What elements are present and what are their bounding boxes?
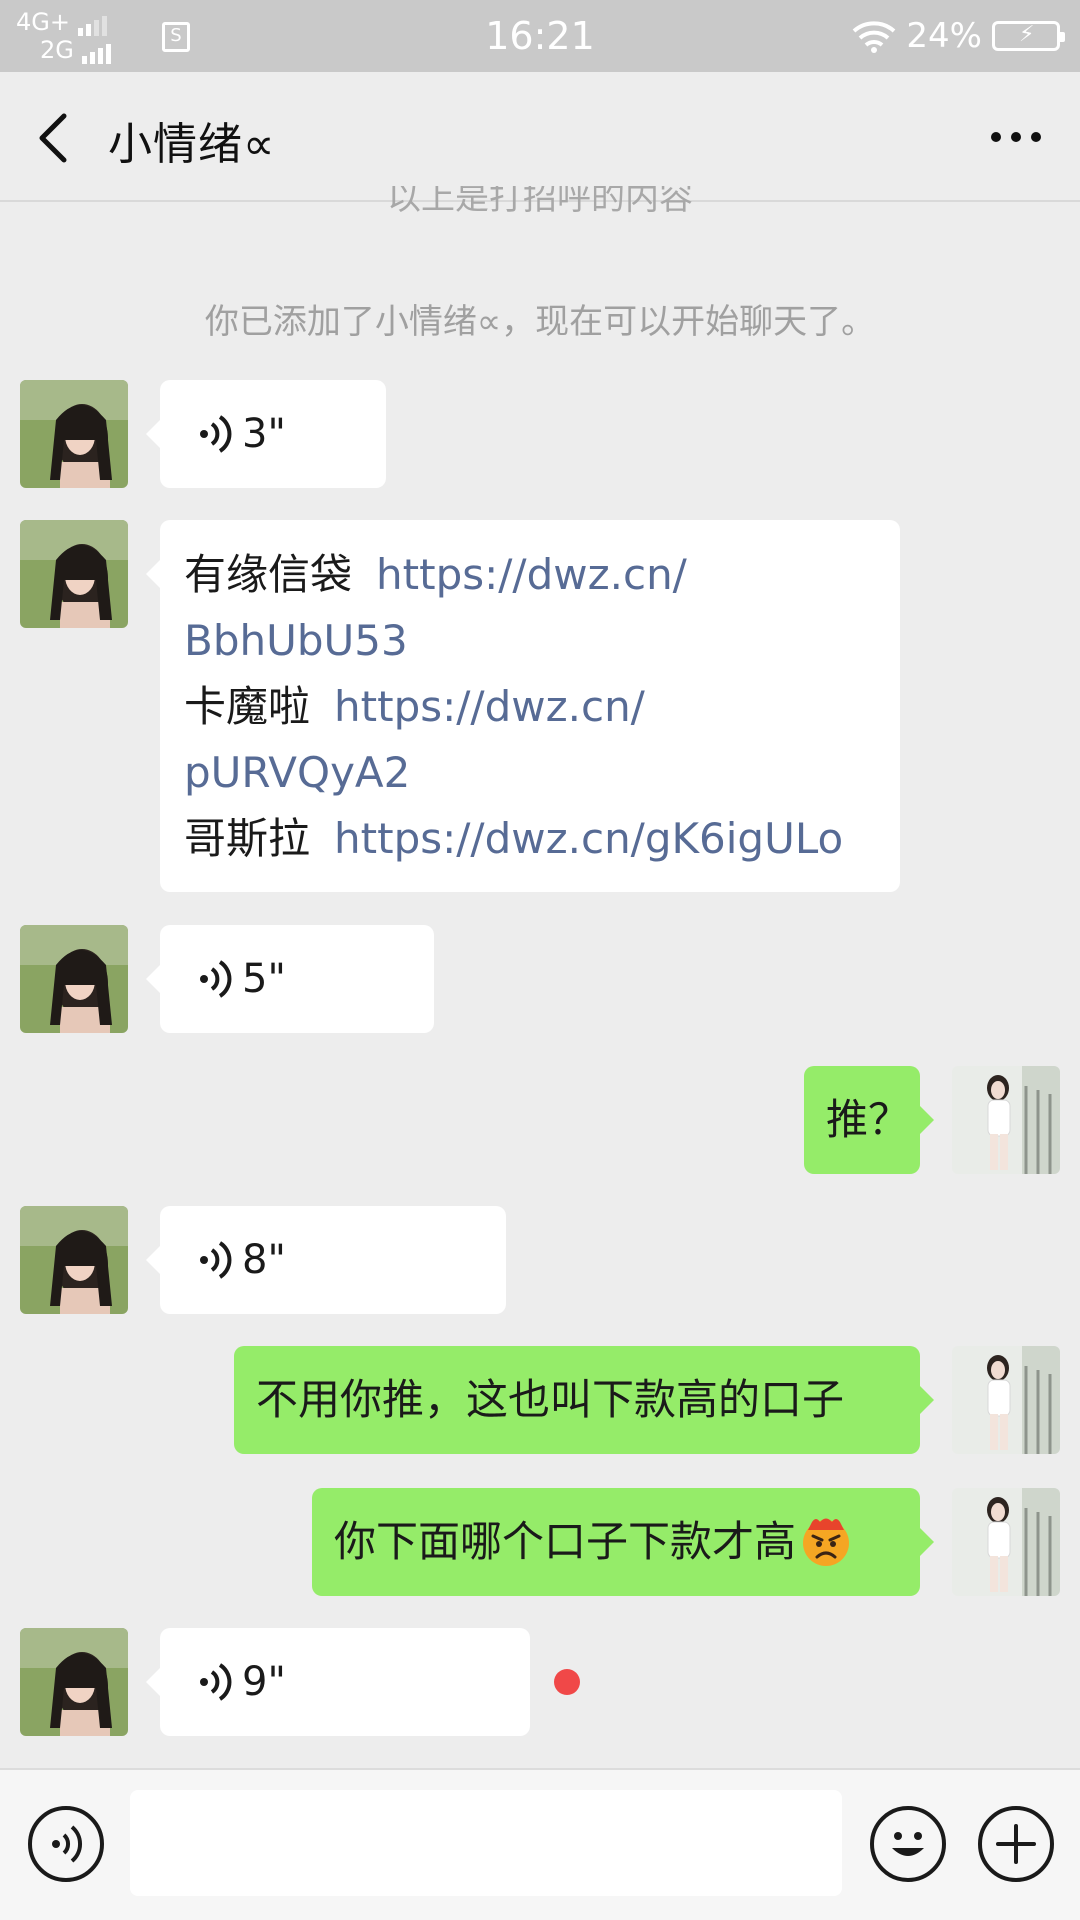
voice-wave-icon bbox=[200, 1663, 232, 1701]
voice-duration: 9" bbox=[242, 1659, 286, 1705]
wifi-icon bbox=[853, 21, 896, 53]
link-url[interactable]: https://dwz.cn/ bbox=[334, 682, 645, 731]
sent-text-message[interactable]: 你下面哪个口子下款才高 bbox=[312, 1488, 934, 1596]
my-avatar[interactable] bbox=[952, 1488, 1060, 1596]
contact-avatar[interactable] bbox=[20, 520, 128, 628]
battery-percent: 24% bbox=[906, 16, 982, 56]
message-input[interactable] bbox=[130, 1790, 842, 1896]
input-bar bbox=[0, 1768, 1080, 1920]
voice-wave-icon bbox=[200, 1241, 232, 1279]
my-avatar[interactable] bbox=[952, 1066, 1060, 1174]
greeting-notice: 以上是打招呼的内容 bbox=[387, 186, 693, 218]
back-arrow-icon[interactable] bbox=[30, 110, 80, 166]
unread-dot bbox=[554, 1669, 580, 1695]
link-label: 哥斯拉 bbox=[184, 814, 311, 863]
friend-added-notice: 你已添加了小情绪∝，现在可以开始聊天了。 bbox=[204, 302, 876, 342]
voice-message[interactable]: 9" bbox=[146, 1628, 530, 1736]
contact-avatar[interactable] bbox=[20, 1628, 128, 1736]
link-message: 有缘信袋 https://dwz.cn/ BbhUbU53 卡魔啦 https://… bbox=[146, 520, 900, 892]
voice-duration: 8" bbox=[242, 1237, 286, 1283]
emoji-icon bbox=[892, 1832, 924, 1856]
voice-duration: 3" bbox=[242, 411, 286, 457]
voice-input-button[interactable] bbox=[28, 1806, 104, 1882]
link-label: 有缘信袋 bbox=[184, 550, 353, 599]
link-url-continued[interactable]: pURVQyA2 bbox=[184, 748, 410, 797]
emoji-button[interactable] bbox=[870, 1806, 946, 1882]
voice-wave-icon bbox=[200, 415, 232, 453]
link-label: 卡魔啦 bbox=[184, 682, 311, 731]
sent-text-message[interactable]: 推？ bbox=[804, 1066, 934, 1174]
angry-face-emoji bbox=[803, 1518, 850, 1566]
message-text: 推？ bbox=[826, 1095, 911, 1144]
message-text: 你下面哪个口子下款才高 bbox=[334, 1517, 797, 1566]
more-functions-button[interactable] bbox=[978, 1806, 1054, 1882]
contact-avatar[interactable] bbox=[20, 1206, 128, 1314]
voice-duration: 5" bbox=[242, 956, 286, 1002]
sent-text-message[interactable]: 不用你推，这也叫下款高的口子 bbox=[234, 1346, 934, 1454]
battery-icon: ⚡ bbox=[992, 21, 1065, 51]
voice-message[interactable]: 5" bbox=[146, 925, 434, 1033]
contact-avatar[interactable] bbox=[20, 380, 128, 488]
message-text: 不用你推，这也叫下款高的口子 bbox=[256, 1375, 845, 1424]
chat-title: 小情绪∝ bbox=[108, 119, 276, 170]
chat-header: 小情绪∝ bbox=[0, 72, 1080, 202]
link-url[interactable]: https://dwz.cn/ bbox=[376, 550, 687, 599]
contact-avatar[interactable] bbox=[20, 925, 128, 1033]
voice-message[interactable]: 8" bbox=[146, 1206, 506, 1314]
my-avatar[interactable] bbox=[952, 1346, 1060, 1454]
voice-wave-icon bbox=[200, 960, 232, 998]
status-bar: 4G+ 2G S 16:21 24% ⚡ bbox=[0, 0, 1080, 72]
link-url[interactable]: https://dwz.cn/gK6igULo bbox=[334, 814, 843, 863]
more-icon[interactable] bbox=[986, 112, 1046, 162]
voice-wave-icon bbox=[52, 1825, 83, 1863]
link-url-continued[interactable]: BbhUbU53 bbox=[184, 616, 408, 665]
voice-message[interactable]: 3" bbox=[146, 380, 386, 488]
plus-icon bbox=[996, 1824, 1036, 1864]
